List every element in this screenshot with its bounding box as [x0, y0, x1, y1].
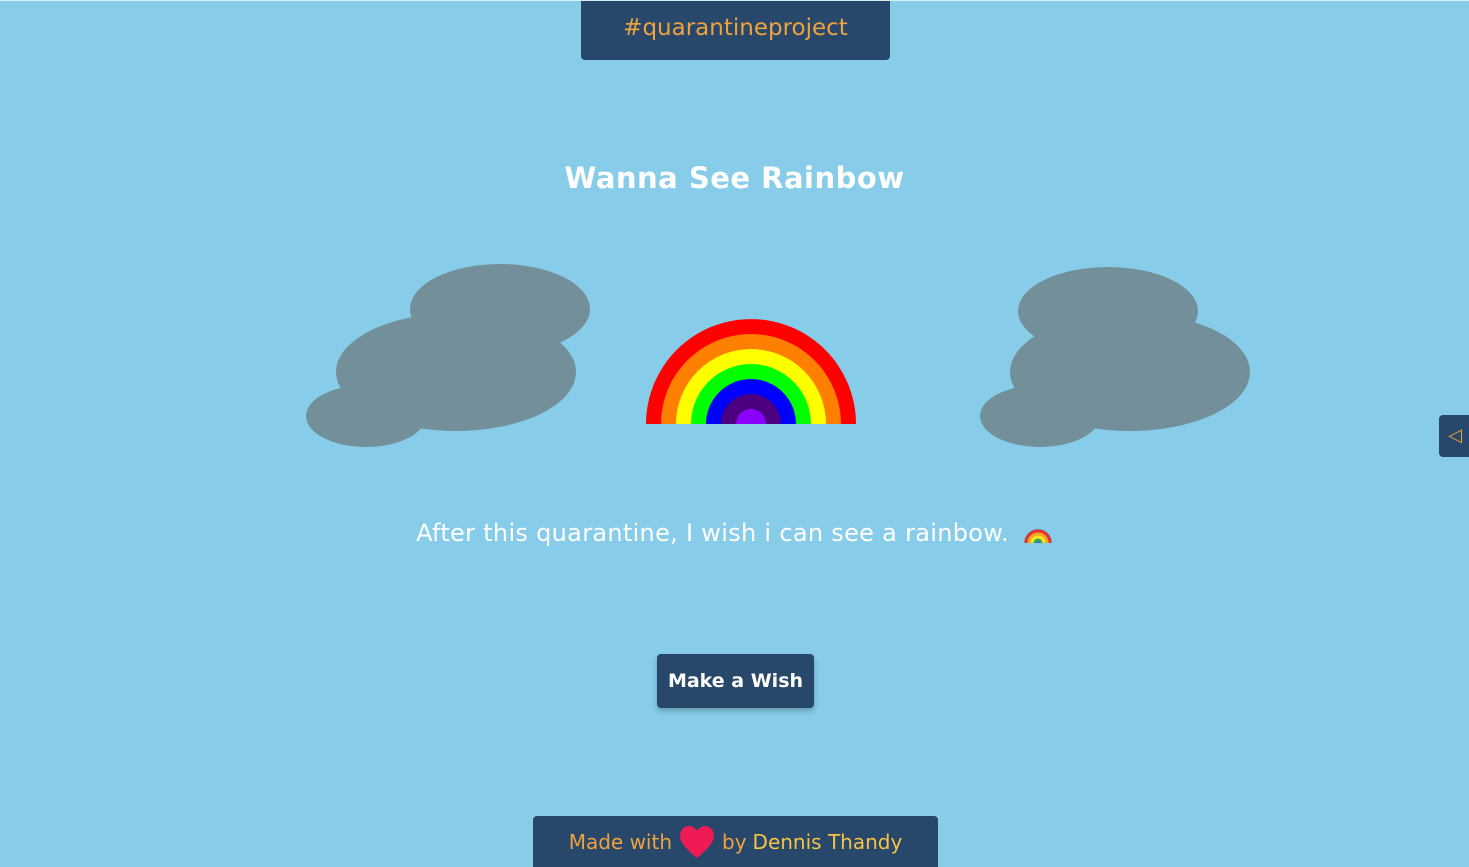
- make-a-wish-button[interactable]: Make a Wish: [657, 654, 814, 708]
- hashtag-label: #quarantineproject: [623, 15, 848, 41]
- wish-message-text: After this quarantine, I wish i can see …: [416, 519, 1009, 547]
- wish-message: After this quarantine, I wish i can see …: [0, 517, 1469, 551]
- caret-left-icon: ◁: [1448, 425, 1462, 446]
- footer-by: by: [722, 830, 747, 854]
- page: #quarantineproject Wanna See Rainbow Aft…: [0, 0, 1469, 867]
- rainbow-emoji-icon: [1023, 517, 1053, 551]
- left-cloud-icon: [306, 264, 590, 447]
- author-link[interactable]: Dennis Thandy: [753, 830, 903, 854]
- side-panel-toggle[interactable]: ◁: [1439, 415, 1469, 457]
- page-title: Wanna See Rainbow: [564, 161, 905, 195]
- heart-icon: [678, 825, 716, 859]
- right-cloud-icon: [980, 267, 1250, 447]
- rainbow-scene: [0, 241, 1469, 471]
- hashtag-banner[interactable]: #quarantineproject: [581, 1, 890, 60]
- footer-credit: Made with by Dennis Thandy: [533, 816, 938, 867]
- footer-made-with: Made with: [568, 830, 673, 854]
- scene-illustration: [306, 264, 1250, 447]
- rainbow-icon: [646, 319, 856, 424]
